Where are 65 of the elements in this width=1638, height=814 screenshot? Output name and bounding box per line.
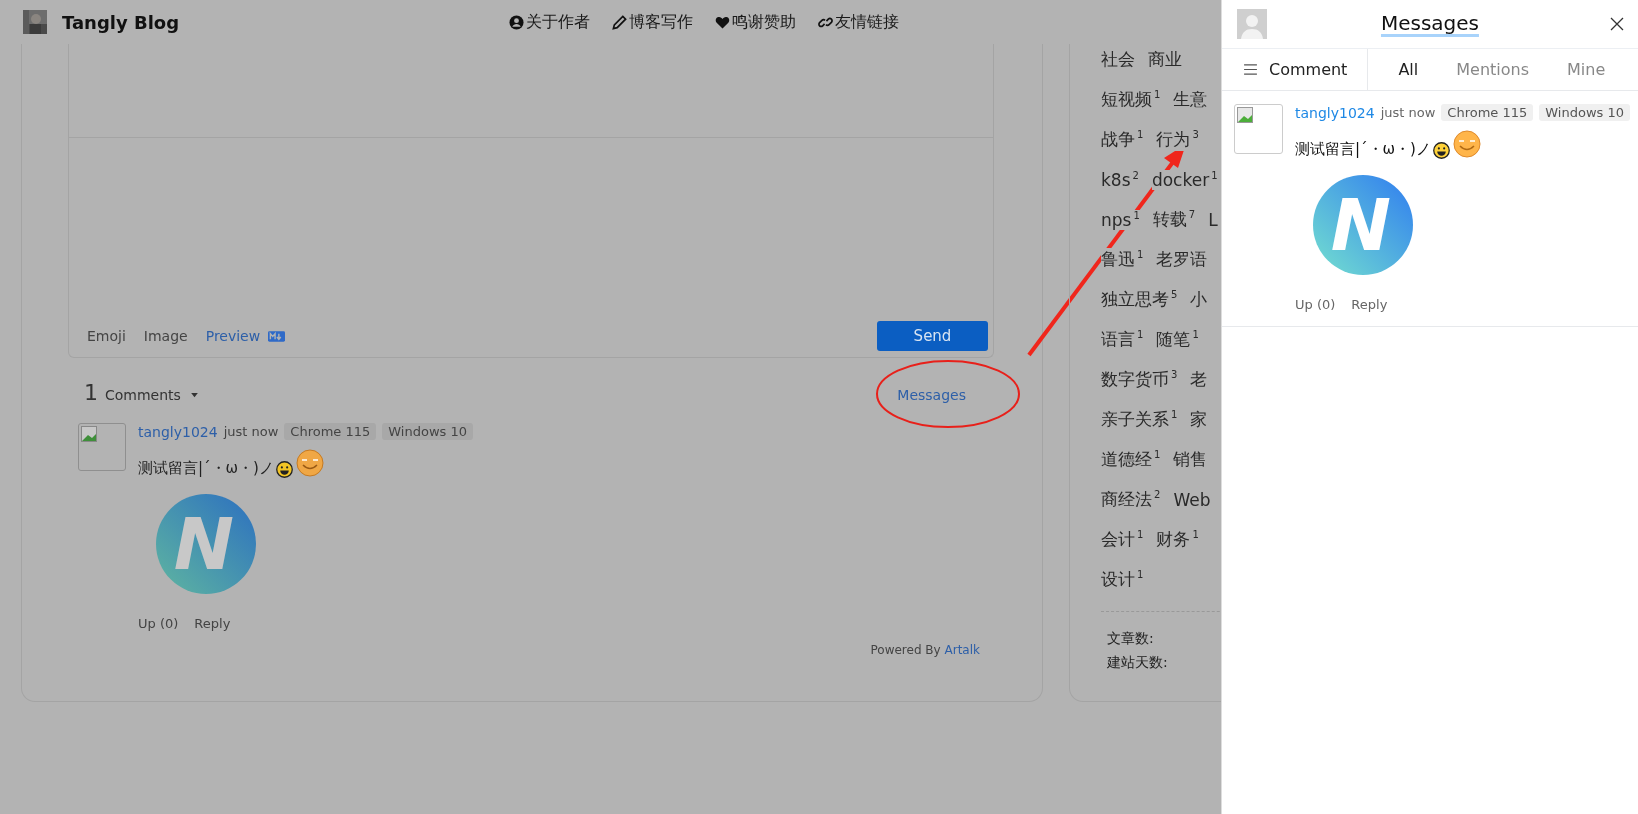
panel-title: Messages <box>1380 11 1480 37</box>
logo-icon: N <box>1313 175 1413 275</box>
tag-link[interactable]: 短视频$^{1}$ <box>1101 88 1161 111</box>
user-icon <box>509 14 525 30</box>
close-icon[interactable] <box>1610 17 1624 31</box>
broken-image-icon <box>1237 107 1253 123</box>
logo-icon: N <box>156 494 256 594</box>
tag-link[interactable]: 财务$^{1}$ <box>1156 528 1199 551</box>
tag-link[interactable]: 数字货币$^{3}$ <box>1101 368 1178 391</box>
powered-by-text: Powered By <box>870 643 941 657</box>
panel-tab[interactable]: Mentions <box>1456 60 1529 79</box>
tag-link[interactable]: 道德经$^{1}$ <box>1101 448 1161 471</box>
tag-link[interactable]: nps$^{1}$ <box>1101 209 1140 230</box>
caret-icon <box>190 392 198 398</box>
tag-link[interactable]: 转载$^{7}$ <box>1152 208 1196 231</box>
user-agent-tag: Windows 10 <box>382 423 473 440</box>
comment-editor[interactable]: Emoji Image Preview Send <box>68 44 994 358</box>
smiley-icon <box>1432 142 1450 159</box>
menu-icon <box>1244 64 1257 75</box>
user-silhouette-icon <box>1237 9 1267 39</box>
tag-link[interactable]: 家 <box>1190 408 1208 431</box>
panel-tab[interactable]: All <box>1398 60 1419 79</box>
comment-count: 1 <box>84 380 98 405</box>
broken-image-icon <box>81 426 97 442</box>
comment-action[interactable]: Up (0) <box>1295 297 1336 312</box>
comment-text: 测试留言|´・ω・)ノ <box>138 459 274 478</box>
nav-link[interactable]: 关于作者 <box>509 11 591 33</box>
stat-label: 建站天数: <box>1107 654 1169 672</box>
comment-menu[interactable]: Comment <box>1222 49 1369 90</box>
stat-label: 文章数: <box>1107 630 1155 648</box>
user-agent-tag: Windows 10 <box>1539 104 1630 121</box>
tag-link[interactable]: 亲子关系$^{1}$ <box>1101 408 1178 431</box>
tag-link[interactable]: 行为$^{3}$ <box>1156 128 1199 151</box>
comment-action[interactable]: Reply <box>1351 297 1388 312</box>
editor-tool[interactable]: Emoji <box>87 328 126 344</box>
tag-link[interactable]: 社会 <box>1101 48 1135 71</box>
comment-time: just now <box>223 424 279 439</box>
comment-action[interactable]: Up (0) <box>138 616 179 631</box>
tag-link[interactable]: 随笔$^{1}$ <box>1156 328 1199 351</box>
user-agent-tag: Chrome 115 <box>1441 104 1534 121</box>
editor-tool[interactable]: Image <box>143 328 188 344</box>
comment-action[interactable]: Reply <box>194 616 231 631</box>
nav-link[interactable]: 鸣谢赞助 <box>715 11 797 33</box>
tag-link[interactable]: 会计$^{1}$ <box>1101 528 1144 551</box>
pencil-icon <box>612 14 628 30</box>
nav-link[interactable]: 博客写作 <box>612 11 694 33</box>
smiling-face-icon <box>294 448 325 478</box>
comment-time: just now <box>1380 105 1436 120</box>
send-button[interactable]: Send <box>877 321 988 351</box>
tag-link[interactable]: 生意 <box>1173 88 1208 111</box>
site-title[interactable]: Tangly Blog <box>62 11 180 33</box>
nav-link[interactable]: 友情链接 <box>818 11 900 33</box>
comments-sort-dropdown[interactable]: Comments <box>105 387 198 403</box>
comment-text: 测试留言|´・ω・)ノ <box>1295 140 1431 159</box>
tag-link[interactable]: 独立思考$^{5}$ <box>1101 288 1178 311</box>
smiley-icon <box>275 461 293 478</box>
tag-link[interactable]: docker$^{1}$ <box>1151 169 1218 190</box>
markdown-icon <box>268 330 286 342</box>
smiling-face-icon <box>1451 129 1482 159</box>
user-agent-tag: Chrome 115 <box>284 423 377 440</box>
tag-link[interactable]: 战争$^{1}$ <box>1101 128 1144 151</box>
tag-link[interactable]: 小 <box>1190 288 1208 311</box>
panel-tab[interactable]: Mine <box>1567 60 1606 79</box>
comment-author[interactable]: tangly1024 <box>1295 104 1375 121</box>
heart-icon <box>715 14 731 30</box>
